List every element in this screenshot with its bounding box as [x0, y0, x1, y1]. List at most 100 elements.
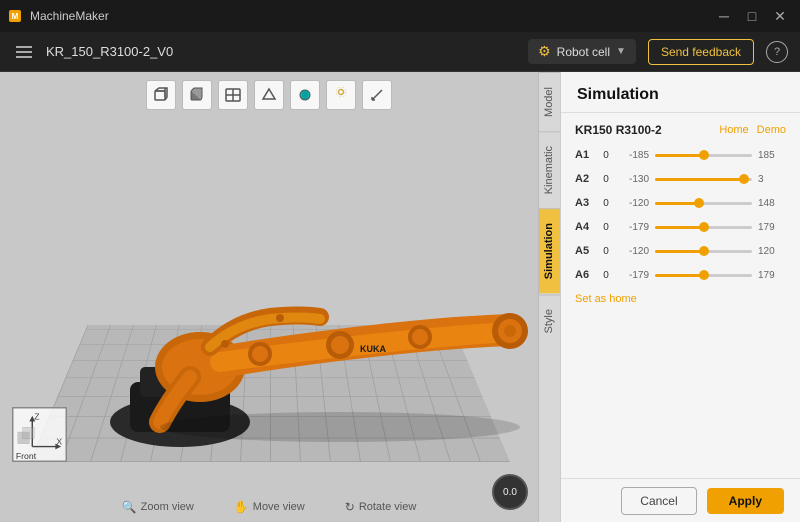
demo-link[interactable]: Demo [757, 124, 786, 136]
axis-slider-container-a6 [655, 267, 752, 283]
close-button[interactable]: ✕ [768, 4, 792, 28]
axis-box: Z X Front [12, 407, 67, 462]
axis-value-a2: 0 [597, 174, 615, 185]
axis-row-a6: A6 0 -179 179 [575, 267, 786, 283]
axis-slider-a3[interactable] [655, 202, 752, 205]
axis-label-a1: A1 [575, 149, 591, 161]
topbar-left: KR_150_R3100-2_V0 [12, 42, 173, 62]
ham-line [16, 46, 32, 48]
main-area: KUKA [0, 72, 800, 522]
ham-line [16, 56, 32, 58]
app-icon: M [8, 9, 22, 23]
svg-text:M: M [12, 12, 19, 21]
ham-line [16, 51, 32, 53]
titlebar-left: M MachineMaker [8, 9, 109, 23]
axis-slider-a4[interactable] [655, 226, 752, 229]
axis-slider-container-a5 [655, 243, 752, 259]
axis-slider-a5[interactable] [655, 250, 752, 253]
rotate-view-label[interactable]: ↻ Rotate view [345, 500, 417, 514]
axis-max-a5: 120 [758, 246, 786, 257]
svg-text:X: X [56, 437, 62, 447]
svg-text:KUKA: KUKA [360, 344, 386, 354]
axis-max-a3: 148 [758, 198, 786, 209]
axis-min-a6: -179 [621, 270, 649, 281]
axis-row-a2: A2 0 -130 3 [575, 171, 786, 187]
axis-row-a3: A3 0 -120 148 [575, 195, 786, 211]
panel-header: Simulation [561, 72, 800, 113]
spotlight-button[interactable] [326, 80, 356, 110]
home-demo-links: Home Demo [719, 124, 786, 136]
shaded-view-button[interactable] [290, 80, 320, 110]
panel-content: KR150 R3100-2 Home Demo A1 0 -185 185 A2… [561, 113, 800, 478]
rotate-icon: ↻ [345, 500, 355, 514]
axis-value-a1: 0 [597, 150, 615, 161]
axis-value-a5: 0 [597, 246, 615, 257]
topbar: KR_150_R3100-2_V0 ⚙ Robot cell ▼ Send fe… [0, 32, 800, 72]
footer: Cancel Apply [561, 478, 800, 522]
axis-min-a1: -185 [621, 150, 649, 161]
axis-max-a1: 185 [758, 150, 786, 161]
axis-slider-container-a1 [655, 147, 752, 163]
axes-container: A1 0 -185 185 A2 0 -130 3 A3 0 -120 148 … [575, 147, 786, 283]
titlebar: M MachineMaker ─ □ ✕ [0, 0, 800, 32]
chevron-down-icon: ▼ [616, 46, 626, 57]
tab-simulation[interactable]: Simulation [539, 208, 560, 293]
send-feedback-button[interactable]: Send feedback [648, 39, 754, 65]
svg-text:Front: Front [16, 451, 37, 461]
box-wireframe-button[interactable] [146, 80, 176, 110]
svg-text:Z: Z [34, 412, 40, 422]
hamburger-menu[interactable] [12, 42, 36, 62]
polygon-view-button[interactable] [254, 80, 284, 110]
axis-slider-a6[interactable] [655, 274, 752, 277]
axis-row-a1: A1 0 -185 185 [575, 147, 786, 163]
move-view-label[interactable]: ✋ Move view [234, 500, 305, 514]
viewport[interactable]: KUKA [0, 72, 538, 522]
robot-model-name: KR150 R3100-2 [575, 123, 662, 137]
tab-model[interactable]: Model [539, 72, 560, 131]
tab-kinematic[interactable]: Kinematic [539, 131, 560, 208]
axis-min-a5: -120 [621, 246, 649, 257]
axis-min-a2: -130 [621, 174, 649, 185]
axis-min-a3: -120 [621, 198, 649, 209]
robot-cell-selector[interactable]: ⚙ Robot cell ▼ [528, 39, 636, 64]
home-link[interactable]: Home [719, 124, 748, 136]
right-panel: Simulation KR150 R3100-2 Home Demo A1 0 … [560, 72, 800, 522]
axis-slider-a2[interactable] [655, 178, 752, 181]
speed-indicator: 0.0 [492, 474, 528, 510]
topbar-right: ⚙ Robot cell ▼ Send feedback ? [528, 39, 788, 65]
project-name: KR_150_R3100-2_V0 [46, 44, 173, 59]
viewport-toolbar [146, 80, 392, 110]
cancel-button[interactable]: Cancel [621, 487, 696, 515]
maximize-button[interactable]: □ [740, 4, 764, 28]
axis-slider-container-a4 [655, 219, 752, 235]
axis-value-a3: 0 [597, 198, 615, 209]
view-labels: 🔍 Zoom view ✋ Move view ↻ Rotate view [0, 500, 538, 514]
robot-model: KUKA [60, 192, 538, 452]
axis-max-a4: 179 [758, 222, 786, 233]
panel-title: Simulation [577, 86, 659, 103]
axis-label-a6: A6 [575, 269, 591, 281]
help-button[interactable]: ? [766, 41, 788, 63]
solid-box-button[interactable] [182, 80, 212, 110]
set-as-home-link[interactable]: Set as home [575, 293, 637, 305]
titlebar-controls: ─ □ ✕ [712, 4, 792, 28]
axis-value-a4: 0 [597, 222, 615, 233]
axis-row-a4: A4 0 -179 179 [575, 219, 786, 235]
axis-label-a2: A2 [575, 173, 591, 185]
apply-button[interactable]: Apply [707, 488, 784, 514]
panel-view-button[interactable] [218, 80, 248, 110]
axis-label-a4: A4 [575, 221, 591, 233]
zoom-view-label[interactable]: 🔍 Zoom view [122, 500, 194, 514]
axis-slider-a1[interactable] [655, 154, 752, 157]
axis-value-a6: 0 [597, 270, 615, 281]
tab-style[interactable]: Style [539, 294, 560, 347]
axis-max-a2: 3 [758, 174, 786, 185]
axis-row-a5: A5 0 -120 120 [575, 243, 786, 259]
zoom-icon: 🔍 [122, 500, 137, 514]
minimize-button[interactable]: ─ [712, 4, 736, 28]
measure-button[interactable] [362, 80, 392, 110]
hand-icon: ✋ [234, 500, 249, 514]
axis-max-a6: 179 [758, 270, 786, 281]
side-tabs: Model Kinematic Simulation Style [538, 72, 560, 522]
robot-cell-icon: ⚙ [538, 43, 551, 60]
